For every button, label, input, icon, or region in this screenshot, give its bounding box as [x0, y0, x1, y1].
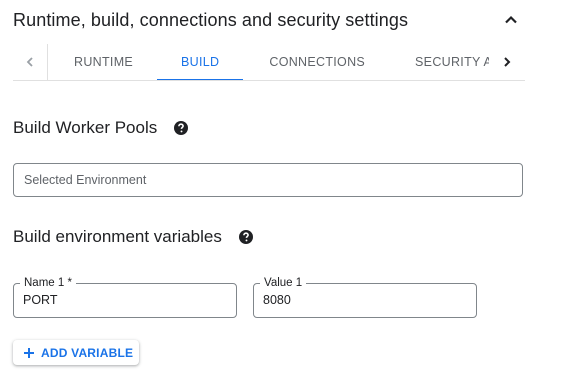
env-vars-heading: Build environment variables	[13, 227, 254, 247]
tab-security[interactable]: SECURITY AND	[389, 44, 489, 80]
tab-scroll-left-button[interactable]	[13, 44, 48, 80]
tab-bar: RUNTIME BUILD CONNECTIONS SECURITY AND	[13, 44, 525, 81]
add-variable-label: ADD VARIABLE	[41, 345, 134, 360]
tab-runtime[interactable]: RUNTIME	[48, 44, 157, 80]
add-variable-button[interactable]: ADD VARIABLE	[13, 340, 139, 365]
section-title: Runtime, build, connections and security…	[13, 9, 409, 30]
help-icon[interactable]	[238, 229, 254, 245]
tab-build[interactable]: BUILD	[157, 44, 244, 80]
env-var-value-label: Value 1	[260, 276, 307, 290]
tab-connections[interactable]: CONNECTIONS	[243, 44, 389, 80]
env-var-name-input[interactable]	[23, 293, 223, 307]
env-var-name-label: Name 1 *	[20, 276, 76, 290]
tab-scroll-right-button[interactable]	[489, 44, 525, 80]
worker-pools-title: Build Worker Pools	[13, 118, 158, 137]
env-var-name-field[interactable]: Name 1 *	[13, 276, 237, 318]
chevron-right-icon	[504, 57, 511, 67]
help-icon[interactable]	[173, 120, 189, 136]
plus-icon	[24, 347, 34, 358]
env-vars-title: Build environment variables	[13, 227, 222, 246]
collapse-button[interactable]	[499, 8, 523, 32]
env-var-value-field[interactable]: Value 1	[253, 276, 477, 318]
environment-select[interactable]: Selected Environment	[13, 163, 523, 197]
environment-select-placeholder: Selected Environment	[24, 173, 147, 187]
worker-pools-heading: Build Worker Pools	[13, 118, 189, 138]
tab-list: RUNTIME BUILD CONNECTIONS SECURITY AND	[48, 44, 489, 80]
chevron-up-icon	[505, 15, 517, 24]
env-var-value-input[interactable]	[263, 293, 463, 307]
section-header: Runtime, build, connections and security…	[13, 6, 525, 34]
chevron-left-icon	[26, 57, 33, 67]
